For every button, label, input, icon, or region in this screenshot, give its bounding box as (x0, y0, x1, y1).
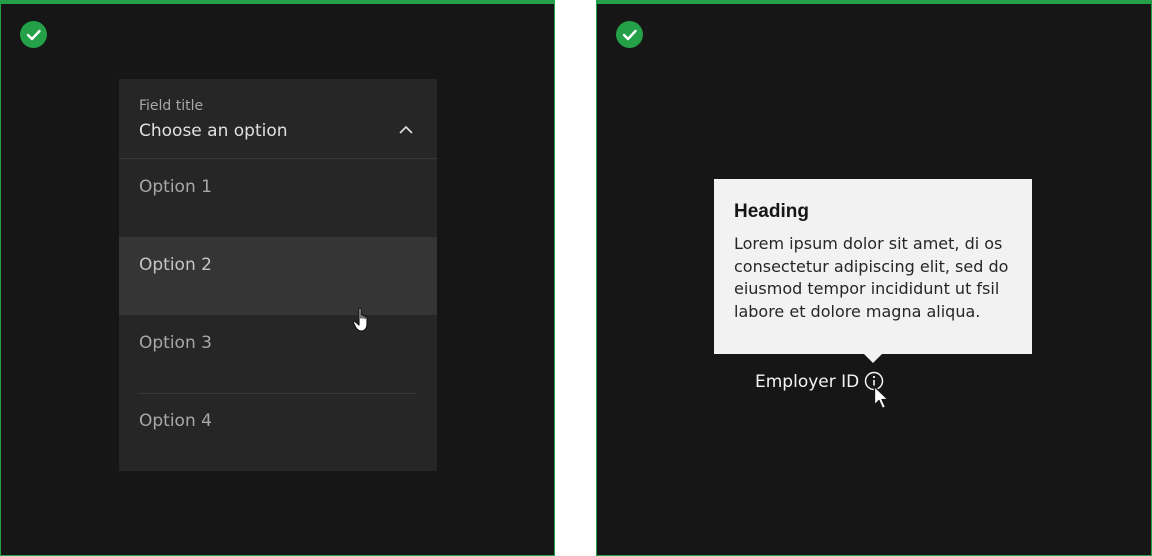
dropdown-field[interactable]: Field title Choose an option (119, 79, 437, 159)
checkmark-icon (20, 21, 47, 48)
employer-id-label: Employer ID (755, 372, 860, 392)
hand-pointer-cursor-icon (352, 307, 368, 332)
tooltip-example-panel: Heading Lorem ipsum dolor sit amet, di o… (596, 0, 1152, 556)
chevron-up-icon[interactable] (399, 125, 413, 134)
tooltip-caret (864, 354, 882, 363)
dropdown-option[interactable]: Option 1 (119, 159, 437, 237)
checkmark-icon (616, 21, 643, 48)
option-divider (139, 393, 417, 394)
dropdown-value: Choose an option (139, 121, 288, 141)
option-label: Option 4 (139, 411, 212, 431)
dropdown-example-panel: Field title Choose an option Option 1 Op… (0, 0, 555, 556)
dropdown-option-hovered[interactable]: Option 2 (119, 237, 437, 315)
arrow-pointer-cursor-icon (873, 385, 889, 410)
dropdown-option[interactable]: Option 4 (119, 393, 437, 471)
tooltip: Heading Lorem ipsum dolor sit amet, di o… (714, 179, 1032, 363)
option-label: Option 2 (139, 255, 212, 275)
tooltip-body: Lorem ipsum dolor sit amet, di os consec… (734, 234, 1009, 321)
dropdown: Field title Choose an option Option 1 Op… (119, 79, 437, 471)
tooltip-heading: Heading (734, 201, 809, 222)
dropdown-option[interactable]: Option 3 (119, 315, 437, 393)
dropdown-menu: Option 1 Option 2 Option 3 Option 4 (119, 159, 437, 471)
field-title: Field title (139, 98, 204, 114)
option-label: Option 1 (139, 177, 212, 197)
option-label: Option 3 (139, 333, 212, 353)
